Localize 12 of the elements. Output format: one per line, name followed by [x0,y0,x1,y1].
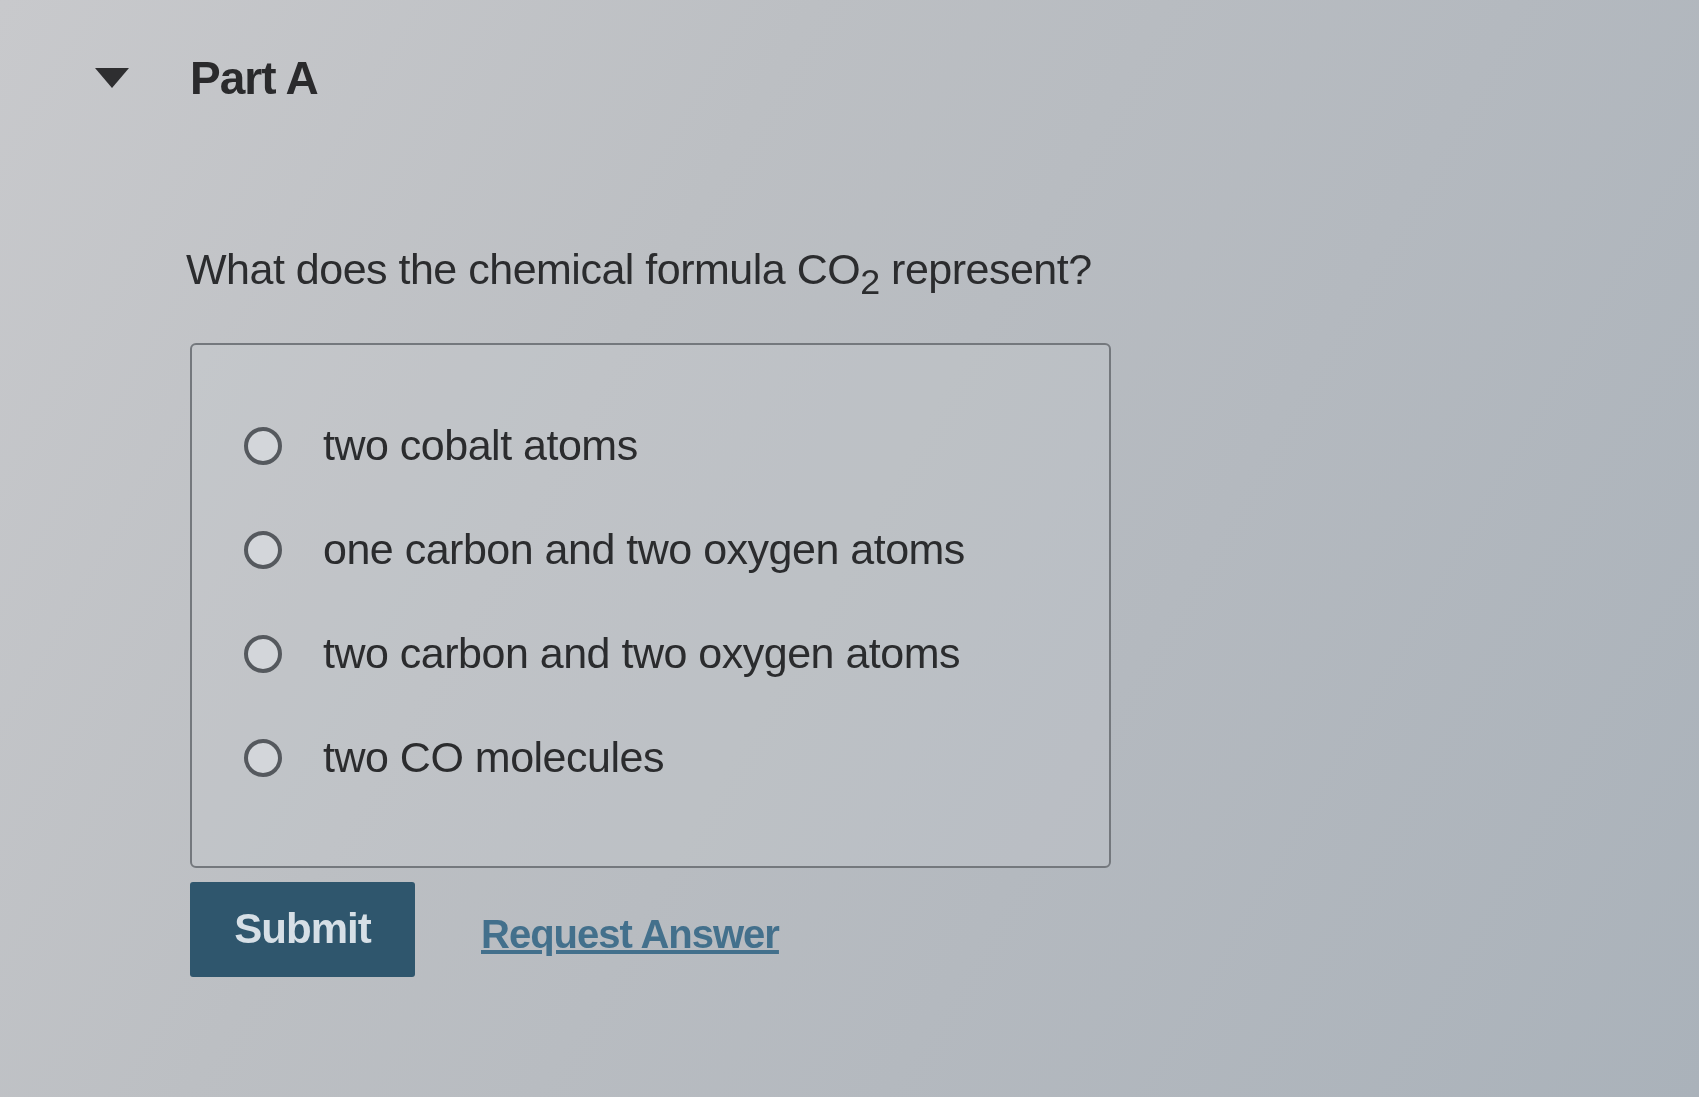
option-label[interactable]: two cobalt atoms [323,421,638,471]
question-text: What does the chemical formula CO$_{2}$ represent? [186,244,1092,304]
submit-button[interactable]: Submit [190,881,415,977]
option-label[interactable]: two carbon and two oxygen atoms [323,629,961,679]
option-label[interactable]: one carbon and two oxygen atoms [323,525,965,575]
radio-button[interactable] [244,634,282,673]
radio-button[interactable] [244,738,282,777]
radio-button[interactable] [244,530,282,569]
part-title: Part A [190,51,318,105]
caret-icon[interactable] [95,68,129,88]
radio-button[interactable] [244,426,282,465]
option-label[interactable]: two CO molecules [323,733,664,783]
